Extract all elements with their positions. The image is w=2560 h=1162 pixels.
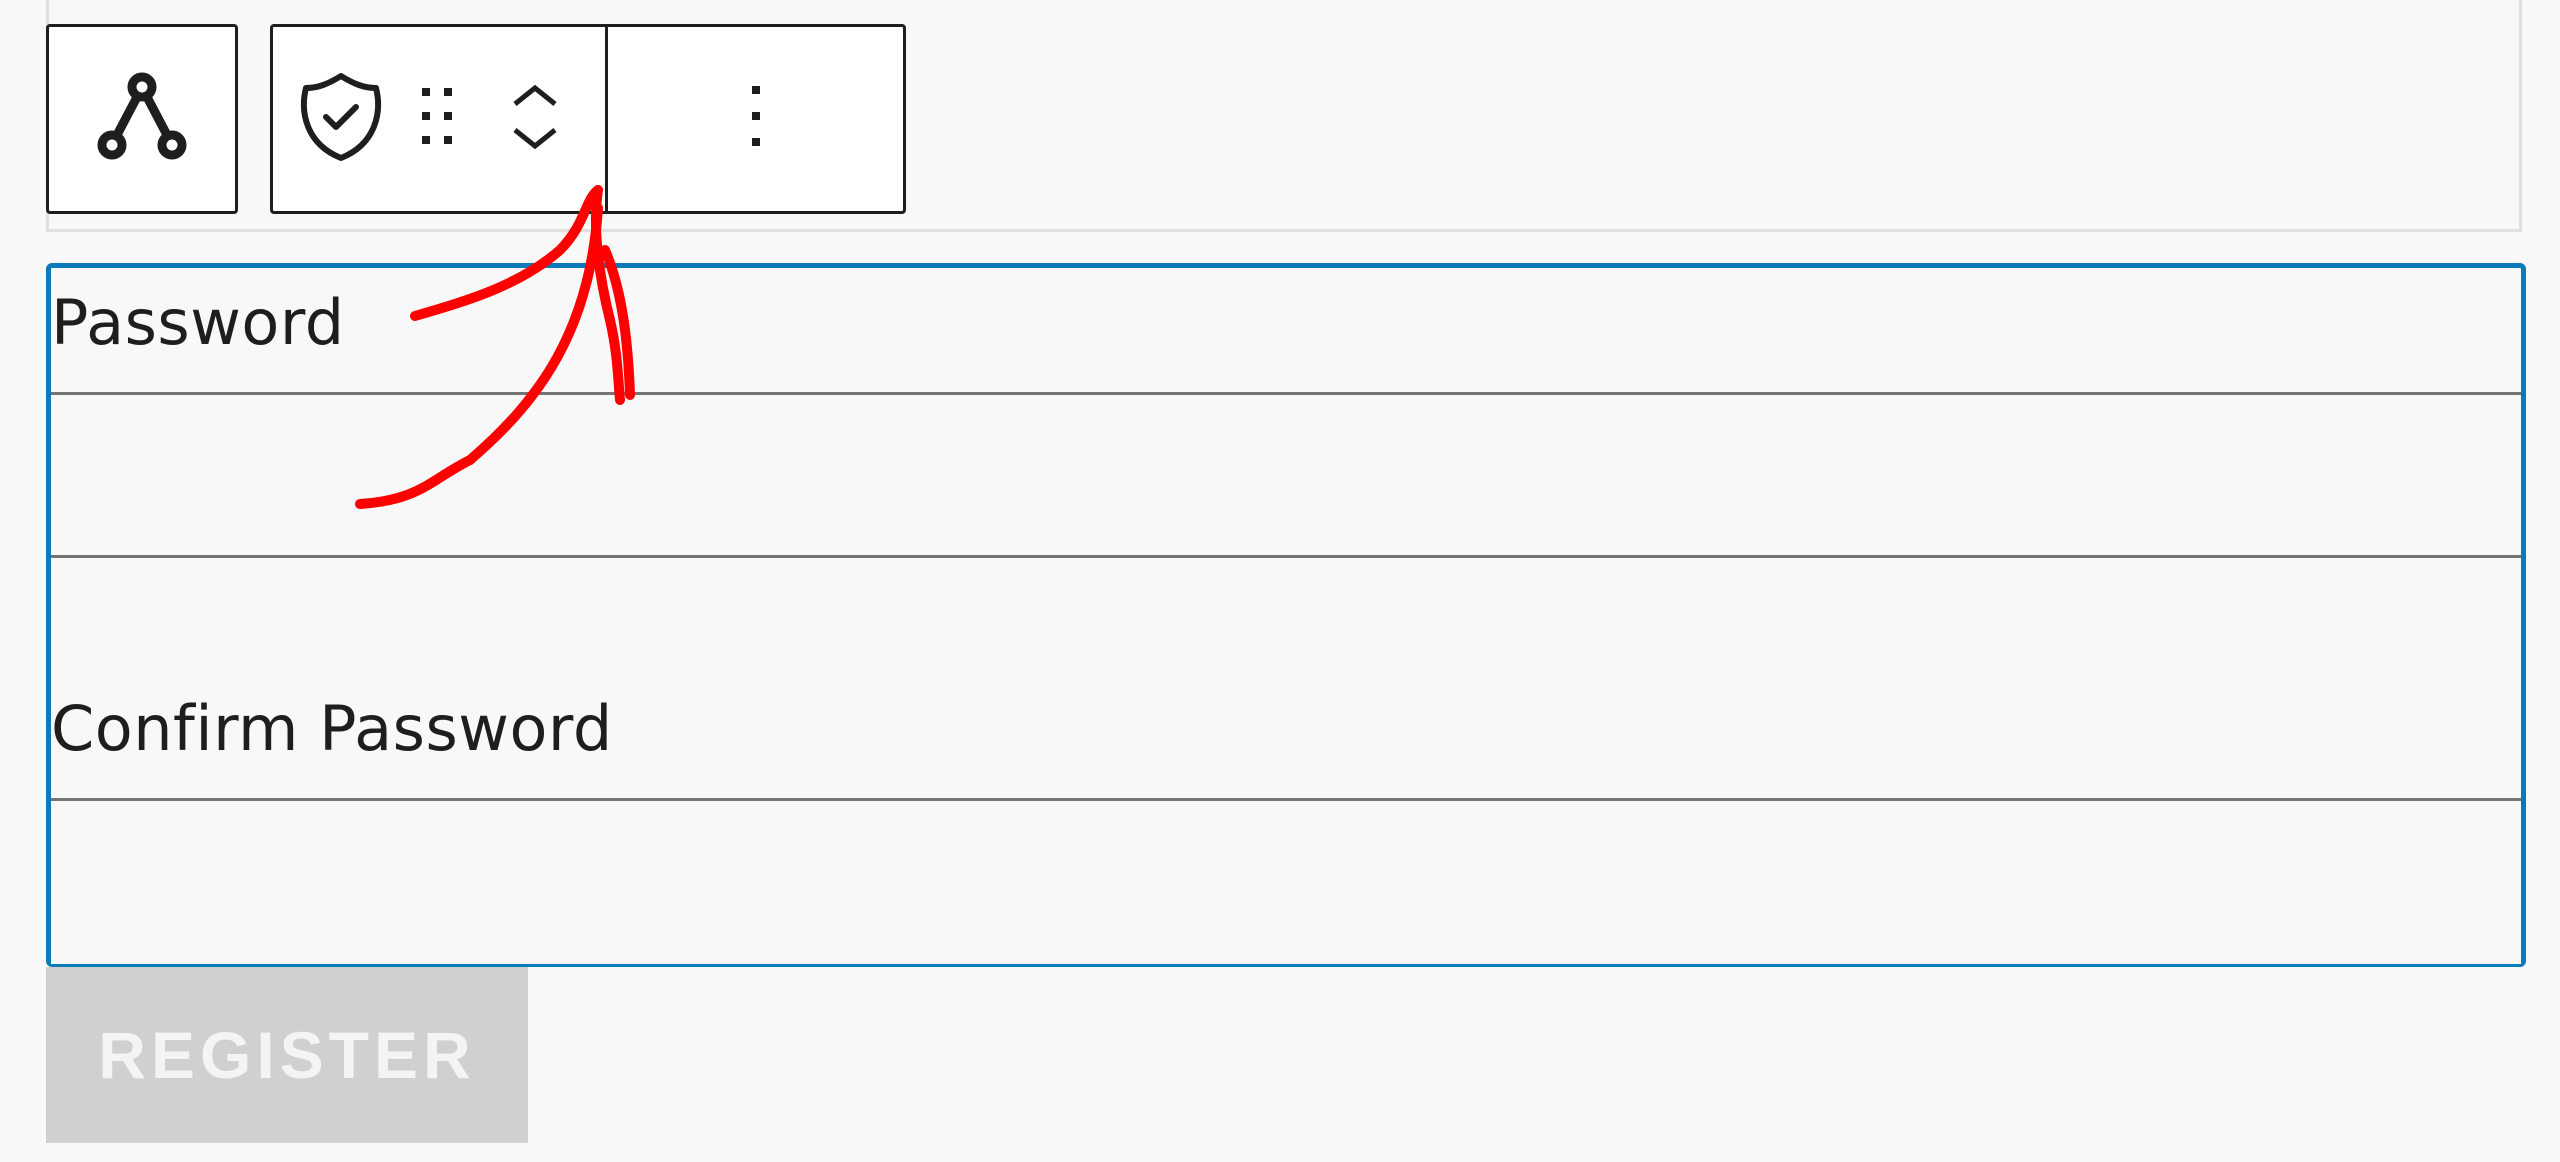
confirm-password-input[interactable]: [51, 798, 2521, 964]
chevron-down-icon[interactable]: [511, 126, 559, 154]
drag-handle-button[interactable]: [401, 27, 475, 211]
register-button[interactable]: REGISTER: [46, 967, 528, 1143]
register-form-block[interactable]: Password Confirm Password: [46, 263, 2526, 967]
confirm-password-label: Confirm Password: [51, 692, 613, 765]
block-type-button[interactable]: [281, 27, 401, 211]
more-options-button[interactable]: [608, 27, 903, 211]
editor-canvas: Password Confirm Password REGISTER: [0, 0, 2560, 1162]
more-vertical-icon: [746, 82, 766, 156]
chevron-up-icon[interactable]: [511, 84, 559, 112]
password-label: Password: [51, 286, 345, 359]
block-toolbar: [270, 24, 906, 214]
parent-block-icon: [92, 67, 192, 171]
block-mover: [475, 27, 595, 211]
shield-check-icon: [296, 72, 386, 166]
drag-handle-icon: [418, 82, 458, 156]
password-input[interactable]: [51, 392, 2521, 558]
select-parent-button[interactable]: [46, 24, 238, 214]
